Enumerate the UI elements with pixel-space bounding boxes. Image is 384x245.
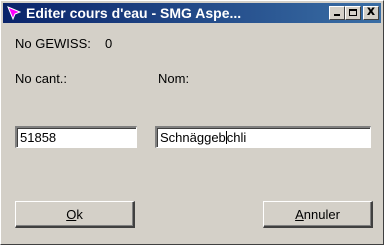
- cancel-mnemonic: A: [295, 206, 304, 222]
- cant-number-value: 51858: [20, 130, 57, 145]
- cancel-label-rest: nnuler: [303, 206, 340, 222]
- maximize-icon: [349, 9, 357, 16]
- nom-value-start: Schnäggeb: [160, 130, 226, 145]
- cant-label: No cant.:: [15, 71, 68, 86]
- close-icon: x: [366, 4, 376, 19]
- ok-button[interactable]: Ok: [15, 201, 135, 228]
- arrow-app-icon[interactable]: [6, 5, 22, 21]
- minimize-button[interactable]: [329, 6, 345, 20]
- edit-watercourse-dialog: Editer cours d'eau - SMG Aspe... x No GE…: [0, 0, 384, 245]
- cant-number-input[interactable]: 51858: [15, 126, 137, 148]
- nom-input[interactable]: Schnäggebchli: [155, 126, 371, 148]
- window-title: Editer cours d'eau - SMG Aspe...: [26, 5, 242, 21]
- gewiss-value: 0: [105, 36, 113, 51]
- nom-value-end: chli: [226, 130, 247, 145]
- window-controls: x: [329, 4, 379, 20]
- gewiss-label: No GEWISS:: [15, 36, 91, 51]
- maximize-button[interactable]: [345, 6, 361, 20]
- title-bar[interactable]: Editer cours d'eau - SMG Aspe... x: [3, 3, 381, 23]
- minimize-icon: [334, 14, 340, 16]
- nom-label: Nom:: [158, 71, 190, 86]
- cancel-button[interactable]: Annuler: [263, 201, 373, 228]
- close-button[interactable]: x: [363, 4, 379, 20]
- ok-label-rest: k: [76, 206, 83, 222]
- ok-mnemonic: O: [66, 206, 77, 222]
